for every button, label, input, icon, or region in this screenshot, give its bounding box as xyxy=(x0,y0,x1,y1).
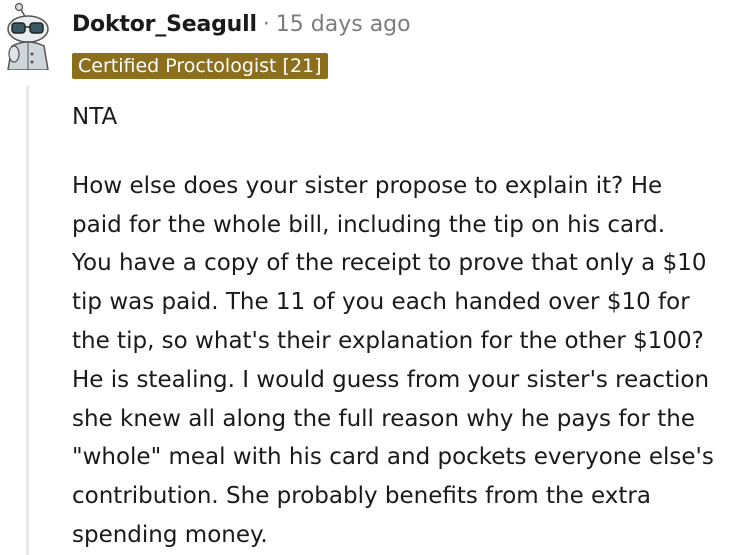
comment-paragraph: How else does your sister propose to exp… xyxy=(72,167,752,555)
comment-line: "whole" meal with his card and pockets e… xyxy=(72,444,714,471)
comment-line: she knew all along the full reason why h… xyxy=(72,405,696,432)
comment-line: You have a copy of the receipt to prove … xyxy=(72,250,707,277)
comment-line: tip was paid. The 11 of you each handed … xyxy=(72,289,690,316)
comment-body: NTA How else does your sister propose to… xyxy=(72,98,752,555)
thread-line[interactable] xyxy=(26,86,29,555)
separator-dot: · xyxy=(262,12,270,37)
timestamp[interactable]: 15 days ago xyxy=(276,12,411,37)
comment-line: paid for the whole bill, including the t… xyxy=(72,211,666,238)
user-flair: Certified Proctologist [21] xyxy=(72,53,328,79)
user-avatar[interactable] xyxy=(4,2,56,71)
comment-paragraph: NTA xyxy=(72,104,118,130)
username[interactable]: Doktor_Seagull xyxy=(72,12,257,37)
comment-line: spending money. xyxy=(72,521,268,548)
comment-header: Doktor_Seagull · 15 days ago xyxy=(72,10,411,40)
comment-line: the tip, so what's their explanation for… xyxy=(72,327,704,354)
comment-line: He is stealing. I would guess from your … xyxy=(72,366,710,393)
comment-line: How else does your sister propose to exp… xyxy=(72,172,663,199)
comment-line: contribution. She probably benefits from… xyxy=(72,483,651,510)
snoo-avatar-icon xyxy=(7,2,49,71)
